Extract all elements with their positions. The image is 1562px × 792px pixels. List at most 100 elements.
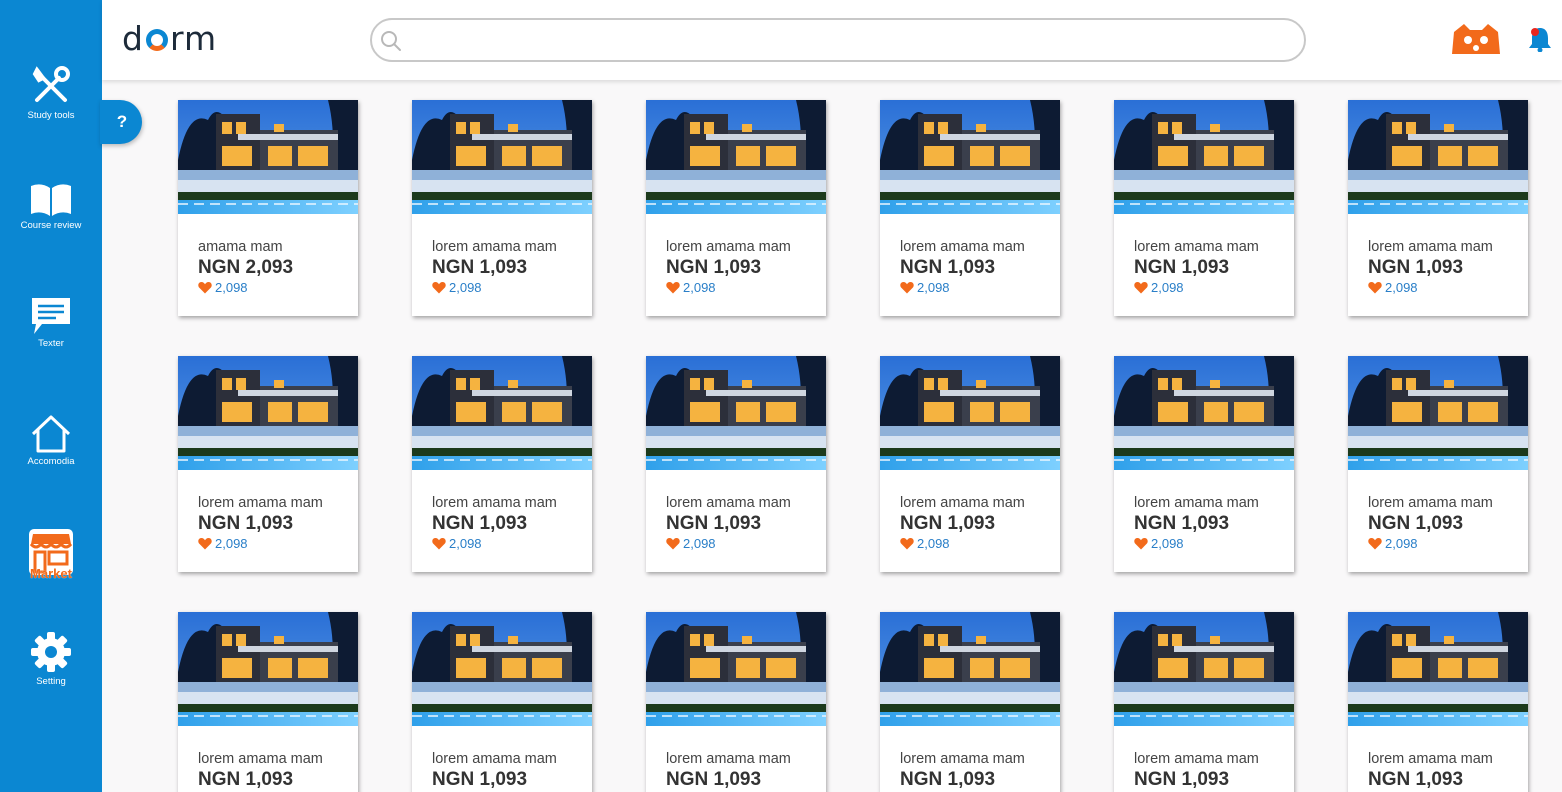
likes-count: 2,098 bbox=[215, 536, 248, 551]
listing-likes[interactable]: 2,098 bbox=[432, 536, 482, 551]
likes-count: 2,098 bbox=[1151, 280, 1184, 295]
sidebar-item-market[interactable]: Market bbox=[0, 526, 102, 581]
listing-likes[interactable]: 2,098 bbox=[900, 536, 950, 551]
likes-count: 2,098 bbox=[449, 536, 482, 551]
listing-card[interactable]: lorem amama mam NGN 1,093 2,098 bbox=[646, 356, 826, 572]
listing-card[interactable]: lorem amama mamNGN 1,0932,098 bbox=[1348, 100, 1528, 316]
likes-count: 2,098 bbox=[449, 280, 482, 295]
tools-icon bbox=[32, 66, 70, 102]
sidebar-item-label: Study tools bbox=[27, 110, 75, 121]
likes-count: 2,098 bbox=[215, 280, 248, 295]
avatar[interactable] bbox=[1450, 22, 1502, 56]
listing-photo bbox=[178, 612, 358, 726]
search-input[interactable] bbox=[412, 31, 1304, 49]
gear-icon bbox=[31, 632, 71, 672]
listing-likes[interactable]: 2,098 bbox=[432, 280, 482, 295]
sidebar-item-study-tools[interactable]: Study tools bbox=[0, 64, 102, 121]
heart-icon bbox=[666, 538, 680, 550]
sidebar-item-accomodia[interactable]: Accomodia bbox=[0, 414, 102, 467]
listing-photo bbox=[412, 356, 592, 470]
listing-likes[interactable]: 2,098 bbox=[1134, 536, 1184, 551]
listing-likes[interactable]: 2,098 bbox=[198, 536, 248, 551]
top-bar: d rm bbox=[102, 0, 1562, 80]
listing-title: lorem amama mam bbox=[198, 751, 323, 767]
listing-card[interactable]: lorem amama mamNGN 1,0932,098 bbox=[646, 612, 826, 792]
listing-price: NGN 1,093 bbox=[900, 513, 996, 534]
home-icon bbox=[31, 415, 71, 453]
listing-price: NGN 1,093 bbox=[1368, 769, 1464, 790]
listing-title: lorem amama mam bbox=[666, 751, 791, 767]
listing-likes[interactable]: 2,098 bbox=[666, 536, 716, 551]
likes-count: 2,098 bbox=[1151, 536, 1184, 551]
listing-title: amama mam bbox=[198, 239, 283, 255]
listing-title: lorem amama mam bbox=[1134, 239, 1259, 255]
listing-price: NGN 1,093 bbox=[666, 769, 762, 790]
listing-card[interactable]: lorem amama mamNGN 1,0932,098 bbox=[1114, 356, 1294, 572]
listing-card[interactable]: lorem amama mamNGN 1,0932,098 bbox=[880, 612, 1060, 792]
listing-card[interactable]: lorem amama mam NGN 1,093 2,098 bbox=[412, 100, 592, 316]
likes-count: 2,098 bbox=[917, 536, 950, 551]
listing-likes[interactable]: 2,098 bbox=[1134, 280, 1184, 295]
listing-title: lorem amama mam bbox=[900, 751, 1025, 767]
listing-photo bbox=[412, 100, 592, 214]
listing-title: lorem amama mam bbox=[666, 495, 791, 511]
listing-price: NGN 1,093 bbox=[1134, 769, 1230, 790]
listing-card[interactable]: lorem amama mamNGN 1,0932,098 bbox=[412, 612, 592, 792]
listing-likes[interactable]: 2,098 bbox=[900, 280, 950, 295]
search-bar[interactable] bbox=[370, 18, 1306, 62]
listing-card[interactable]: lorem amama mamNGN 1,0932,098 bbox=[178, 612, 358, 792]
likes-count: 2,098 bbox=[1385, 536, 1418, 551]
listing-card[interactable]: lorem amama mam NGN 1,093 2,098 bbox=[880, 356, 1060, 572]
listing-likes[interactable]: 2,098 bbox=[198, 280, 248, 295]
listing-card[interactable]: amama mam NGN 2,093 2,098 bbox=[178, 100, 358, 316]
listing-title: lorem amama mam bbox=[1368, 239, 1493, 255]
heart-icon bbox=[198, 282, 212, 294]
heart-icon bbox=[1368, 538, 1382, 550]
listing-title: lorem amama mam bbox=[1368, 495, 1493, 511]
listing-title: lorem amama mam bbox=[666, 239, 791, 255]
book-icon bbox=[31, 184, 71, 216]
listing-title: lorem amama mam bbox=[1134, 751, 1259, 767]
listing-likes[interactable]: 2,098 bbox=[1368, 536, 1418, 551]
listing-price: NGN 1,093 bbox=[666, 513, 762, 534]
logo-text-left: d bbox=[122, 18, 144, 58]
listing-card[interactable]: lorem amama mamNGN 1,0932,098 bbox=[1114, 100, 1294, 316]
listing-photo bbox=[880, 356, 1060, 470]
listing-likes[interactable]: 2,098 bbox=[666, 280, 716, 295]
listing-photo bbox=[1114, 100, 1294, 214]
listing-title: lorem amama mam bbox=[432, 495, 557, 511]
app-logo[interactable]: d rm bbox=[122, 18, 217, 58]
listing-price: NGN 1,093 bbox=[432, 257, 528, 278]
likes-count: 2,098 bbox=[1385, 280, 1418, 295]
listing-card[interactable]: lorem amama mamNGN 1,0932,098 bbox=[178, 356, 358, 572]
likes-count: 2,098 bbox=[917, 280, 950, 295]
listing-card[interactable]: lorem amama mamNGN 1,0932,098 bbox=[1348, 356, 1528, 572]
listing-title: lorem amama mam bbox=[900, 239, 1025, 255]
listing-photo bbox=[1348, 612, 1528, 726]
listing-card[interactable]: lorem amama mamNGN 1,0932,098 bbox=[1348, 612, 1528, 792]
likes-count: 2,098 bbox=[683, 280, 716, 295]
heart-icon bbox=[900, 538, 914, 550]
listing-title: lorem amama mam bbox=[432, 239, 557, 255]
listing-likes[interactable]: 2,098 bbox=[1368, 280, 1418, 295]
heart-icon bbox=[666, 282, 680, 294]
listing-title: lorem amama mam bbox=[900, 495, 1025, 511]
bell-icon[interactable] bbox=[1528, 26, 1552, 52]
listing-price: NGN 1,093 bbox=[198, 769, 294, 790]
heart-icon bbox=[900, 282, 914, 294]
listing-card[interactable]: lorem amama mamNGN 1,0932,098 bbox=[880, 100, 1060, 316]
logo-text-right: rm bbox=[169, 18, 218, 58]
listing-card[interactable]: lorem amama mamNGN 1,0932,098 bbox=[646, 100, 826, 316]
listing-card[interactable]: lorem amama mamNGN 1,0932,098 bbox=[412, 356, 592, 572]
logo-o-mark bbox=[145, 29, 168, 51]
listing-card[interactable]: lorem amama mamNGN 1,0932,098 bbox=[1114, 612, 1294, 792]
listing-photo bbox=[880, 612, 1060, 726]
listing-photo bbox=[1114, 612, 1294, 726]
help-button[interactable]: ? bbox=[100, 100, 142, 144]
listing-title: lorem amama mam bbox=[432, 751, 557, 767]
listing-title: lorem amama mam bbox=[1368, 751, 1493, 767]
sidebar-item-texter[interactable]: Texter bbox=[0, 296, 102, 349]
sidebar-item-course-review[interactable]: Course review bbox=[0, 182, 102, 231]
listing-photo bbox=[178, 356, 358, 470]
sidebar-item-setting[interactable]: Setting bbox=[0, 630, 102, 687]
